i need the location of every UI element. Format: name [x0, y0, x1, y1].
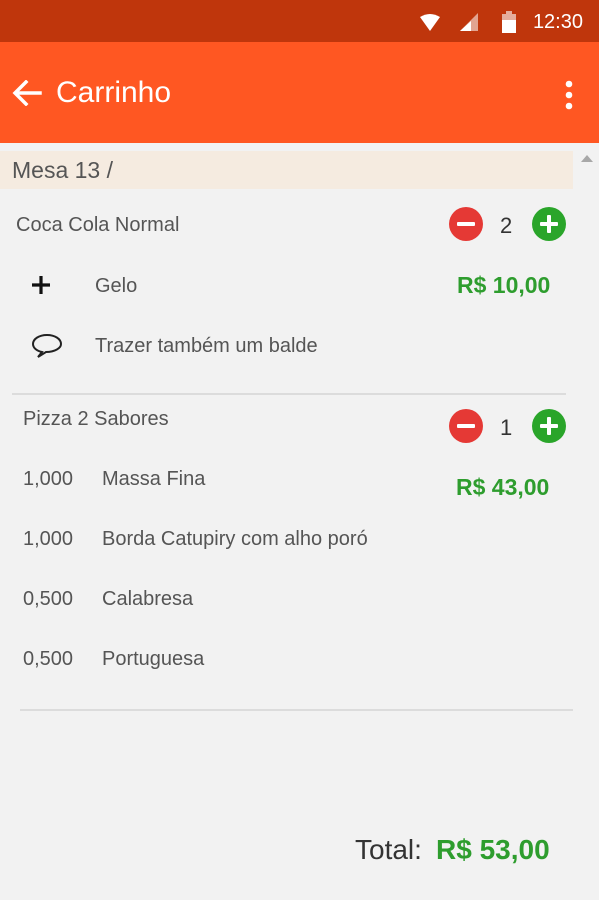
decrease-quantity-button[interactable]	[449, 207, 483, 241]
item-price: R$ 43,00	[456, 474, 550, 500]
app-bar: Carrinho	[0, 42, 599, 143]
component-quantity: 1,000	[23, 528, 74, 550]
item-note: Trazer também um balde	[95, 335, 318, 357]
plus-icon	[32, 276, 50, 294]
more-vert-icon[interactable]	[565, 80, 573, 110]
component-quantity: 1,000	[23, 468, 74, 490]
increase-quantity-button[interactable]	[532, 207, 566, 241]
scroll-up-icon[interactable]	[581, 155, 593, 162]
speech-bubble-icon	[31, 333, 63, 358]
item-price: R$ 10,00	[457, 272, 551, 298]
item-quantity: 1	[500, 415, 513, 440]
table-header: Mesa 13 /	[0, 151, 573, 189]
component-label: Massa Fina	[102, 468, 206, 490]
divider	[20, 709, 573, 711]
total-value: R$ 53,00	[436, 834, 550, 865]
component-label: Portuguesa	[102, 648, 205, 670]
status-bar: 12:30	[0, 0, 599, 42]
component-label: Borda Catupiry com alho poró	[102, 528, 368, 550]
extra-label: Gelo	[95, 275, 138, 297]
battery-icon	[502, 11, 516, 33]
component-label: Calabresa	[102, 588, 194, 610]
item-quantity: 2	[500, 213, 513, 238]
item-name: Pizza 2 Sabores	[23, 408, 169, 430]
total-label: Total:	[355, 834, 422, 865]
status-time: 12:30	[532, 11, 583, 33]
arrow-left-icon[interactable]	[12, 80, 42, 106]
increase-quantity-button[interactable]	[532, 409, 566, 443]
component-quantity: 0,500	[23, 648, 74, 670]
wifi-icon	[420, 14, 440, 31]
item-name: Coca Cola Normal	[16, 214, 180, 236]
decrease-quantity-button[interactable]	[449, 409, 483, 443]
signal-icon	[460, 13, 478, 31]
page-title: Carrinho	[56, 76, 172, 109]
component-quantity: 0,500	[23, 588, 74, 610]
divider	[12, 393, 566, 395]
